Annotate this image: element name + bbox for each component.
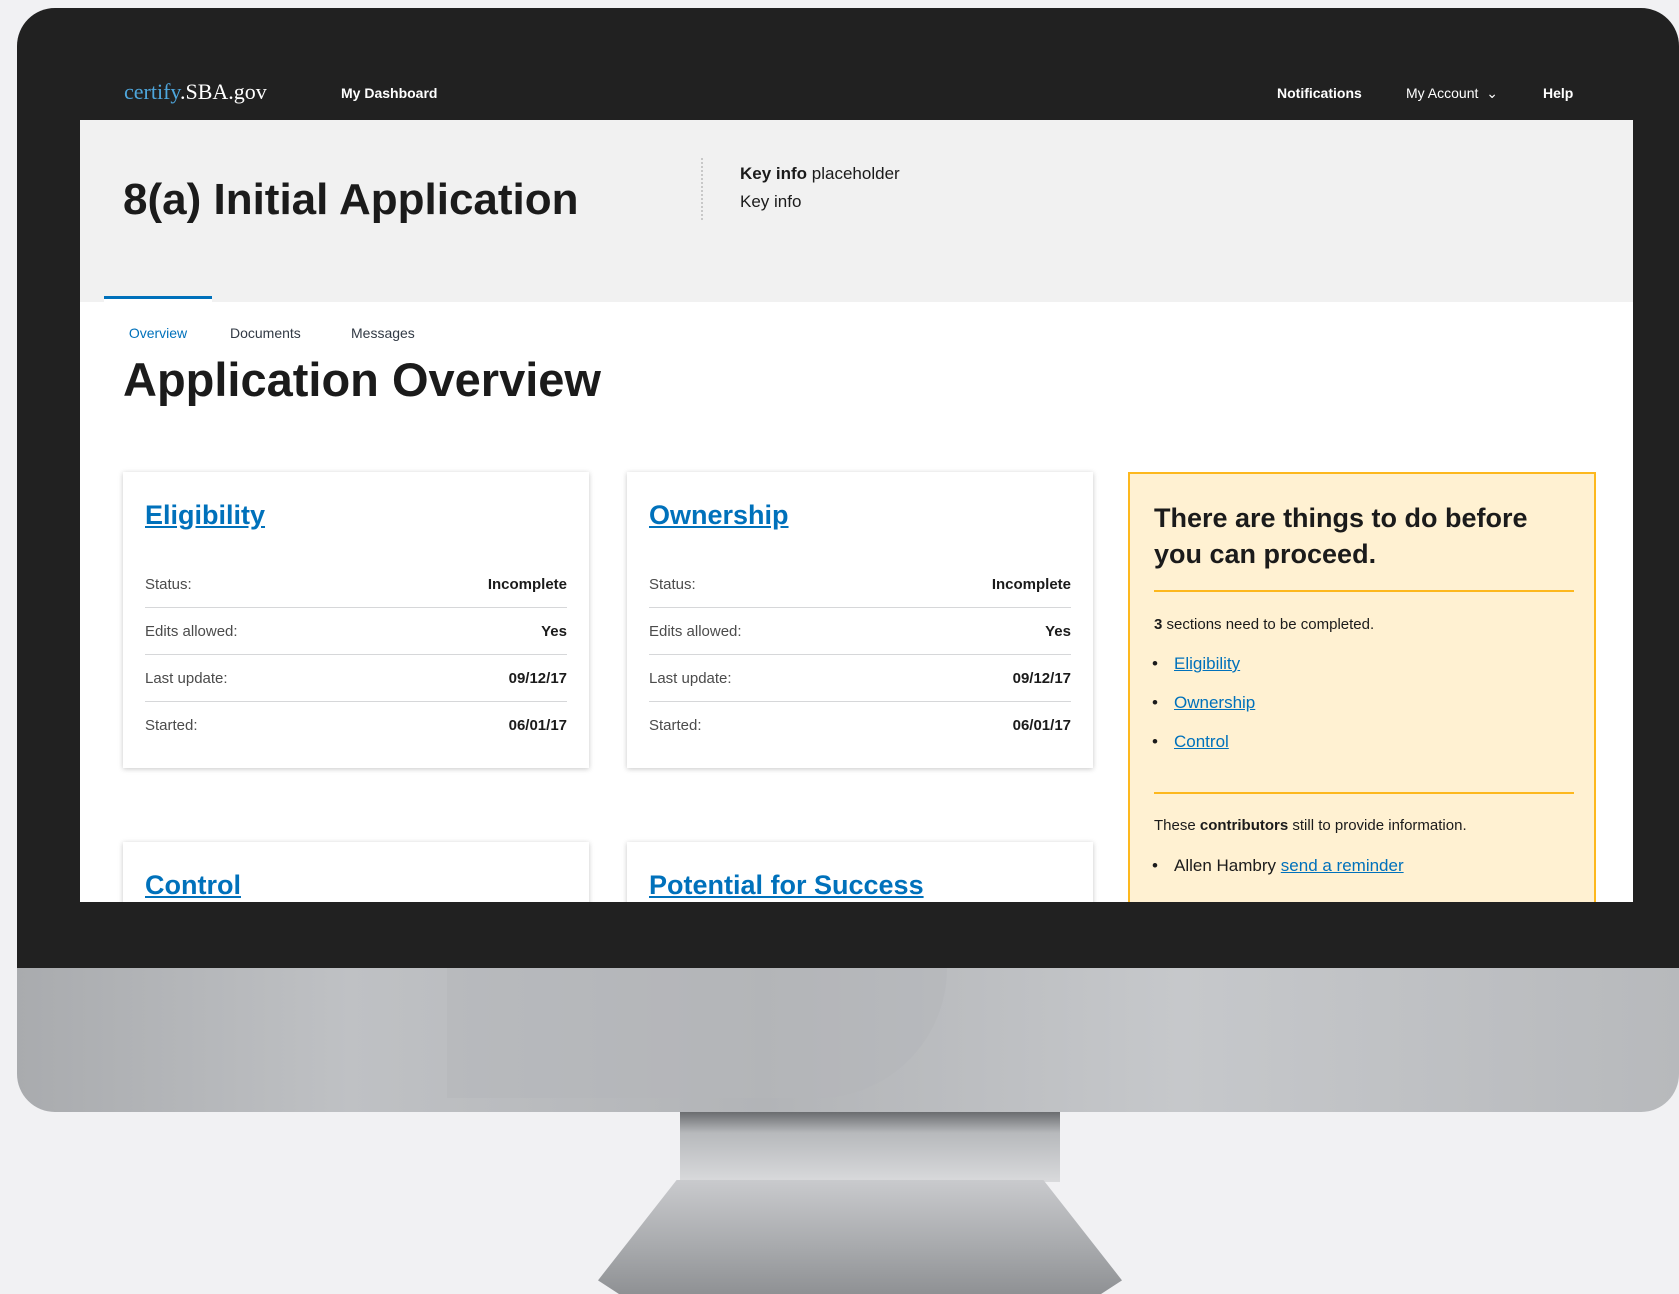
top-navigation-bar: certify.SBA.gov My Dashboard Notificatio… bbox=[80, 52, 1633, 120]
incomplete-sections-list: Eligibility Ownership Control bbox=[1152, 654, 1255, 771]
my-dashboard-link[interactable]: My Dashboard bbox=[341, 85, 437, 101]
list-item: Ownership bbox=[1152, 693, 1255, 732]
control-section-link[interactable]: Control bbox=[1174, 732, 1229, 751]
page-header: 8(a) Initial Application Key info placeh… bbox=[80, 120, 1633, 370]
section-title: Application Overview bbox=[123, 353, 601, 406]
potential-for-success-link[interactable]: Potential for Success bbox=[649, 870, 924, 900]
card-title: Eligibility bbox=[145, 500, 265, 531]
row-value: 06/01/17 bbox=[508, 717, 567, 734]
contrib-post: still to provide information. bbox=[1288, 817, 1467, 834]
status-row: Status: Incomplete bbox=[145, 560, 567, 608]
status-row: Status: Incomplete bbox=[649, 560, 1071, 608]
alert-divider bbox=[1154, 792, 1574, 794]
eligibility-link[interactable]: Eligibility bbox=[145, 500, 265, 530]
logo-sba-gov: .SBA.gov bbox=[179, 79, 267, 104]
row-value: Incomplete bbox=[487, 576, 567, 593]
edits-row: Edits allowed: Yes bbox=[649, 607, 1071, 655]
alert-divider bbox=[1154, 590, 1574, 592]
last-update-row: Last update: 09/12/17 bbox=[145, 654, 567, 702]
monitor-neck bbox=[680, 1112, 1060, 1182]
site-logo[interactable]: certify.SBA.gov bbox=[124, 79, 267, 105]
row-value: 06/01/17 bbox=[1012, 717, 1071, 734]
row-label: Started: bbox=[649, 717, 702, 734]
sections-text: sections need to be completed. bbox=[1162, 616, 1375, 633]
key-info-label: Key info placeholder bbox=[740, 164, 900, 184]
row-value: 09/12/17 bbox=[1012, 670, 1071, 687]
control-card: Control bbox=[123, 842, 589, 902]
send-reminder-link[interactable]: send a reminder bbox=[1281, 856, 1404, 875]
row-label: Edits allowed: bbox=[649, 623, 742, 640]
monitor-chin bbox=[17, 968, 1679, 1112]
chevron-down-icon: ⌄ bbox=[1486, 85, 1498, 101]
row-label: Edits allowed: bbox=[145, 623, 238, 640]
edits-row: Edits allowed: Yes bbox=[145, 607, 567, 655]
row-label: Last update: bbox=[649, 670, 732, 687]
monitor-stand bbox=[598, 1180, 1122, 1294]
last-update-row: Last update: 09/12/17 bbox=[649, 654, 1071, 702]
header-divider bbox=[701, 158, 703, 220]
contributors-list: Allen Hambry send a reminder bbox=[1152, 856, 1404, 895]
row-label: Last update: bbox=[145, 670, 228, 687]
eligibility-section-link[interactable]: Eligibility bbox=[1174, 654, 1240, 673]
key-info-label-bold: Key info bbox=[740, 164, 808, 183]
my-account-menu[interactable]: My Account ⌄ bbox=[1406, 85, 1498, 102]
list-item: Eligibility bbox=[1152, 654, 1255, 693]
action-required-alert: There are things to do before you can pr… bbox=[1128, 472, 1596, 902]
card-title: Potential for Success bbox=[649, 870, 924, 901]
eligibility-card: Eligibility Status: Incomplete Edits allo… bbox=[123, 472, 589, 768]
screen: certify.SBA.gov My Dashboard Notificatio… bbox=[80, 52, 1633, 902]
row-value: Yes bbox=[1045, 623, 1071, 640]
control-link[interactable]: Control bbox=[145, 870, 241, 900]
my-account-label: My Account bbox=[1406, 85, 1479, 101]
sections-message: 3 sections need to be completed. bbox=[1154, 616, 1374, 633]
contrib-bold: contributors bbox=[1199, 817, 1289, 834]
ownership-section-link[interactable]: Ownership bbox=[1174, 693, 1255, 712]
chin-reflection bbox=[447, 968, 947, 1098]
contributors-message: These contributors still to provide info… bbox=[1154, 817, 1467, 834]
row-value: 09/12/17 bbox=[508, 670, 567, 687]
page-title: 8(a) Initial Application bbox=[123, 175, 579, 224]
contributor-name: Allen Hambry bbox=[1174, 856, 1277, 875]
row-label: Status: bbox=[649, 576, 696, 593]
row-label: Started: bbox=[145, 717, 198, 734]
alert-title: There are things to do before you can pr… bbox=[1154, 503, 1528, 569]
key-info-label-rest: placeholder bbox=[807, 164, 900, 183]
started-row: Started: 06/01/17 bbox=[145, 701, 567, 748]
list-item: Control bbox=[1152, 732, 1255, 771]
row-value: Incomplete bbox=[991, 576, 1071, 593]
contrib-pre: These bbox=[1154, 817, 1200, 834]
logo-certify: certify bbox=[124, 79, 180, 104]
started-row: Started: 06/01/17 bbox=[649, 701, 1071, 748]
row-value: Yes bbox=[541, 623, 567, 640]
ownership-card: Ownership Status: Incomplete Edits allowe… bbox=[627, 472, 1093, 768]
notifications-link[interactable]: Notifications bbox=[1277, 85, 1362, 101]
potential-for-success-card: Potential for Success bbox=[627, 842, 1093, 902]
row-label: Status: bbox=[145, 576, 192, 593]
ownership-link[interactable]: Ownership bbox=[649, 500, 789, 530]
card-title: Ownership bbox=[649, 500, 789, 531]
help-link[interactable]: Help bbox=[1543, 85, 1573, 101]
list-item: Allen Hambry send a reminder bbox=[1152, 856, 1404, 895]
key-info-value: Key info bbox=[740, 192, 802, 211]
card-title: Control bbox=[145, 870, 241, 901]
